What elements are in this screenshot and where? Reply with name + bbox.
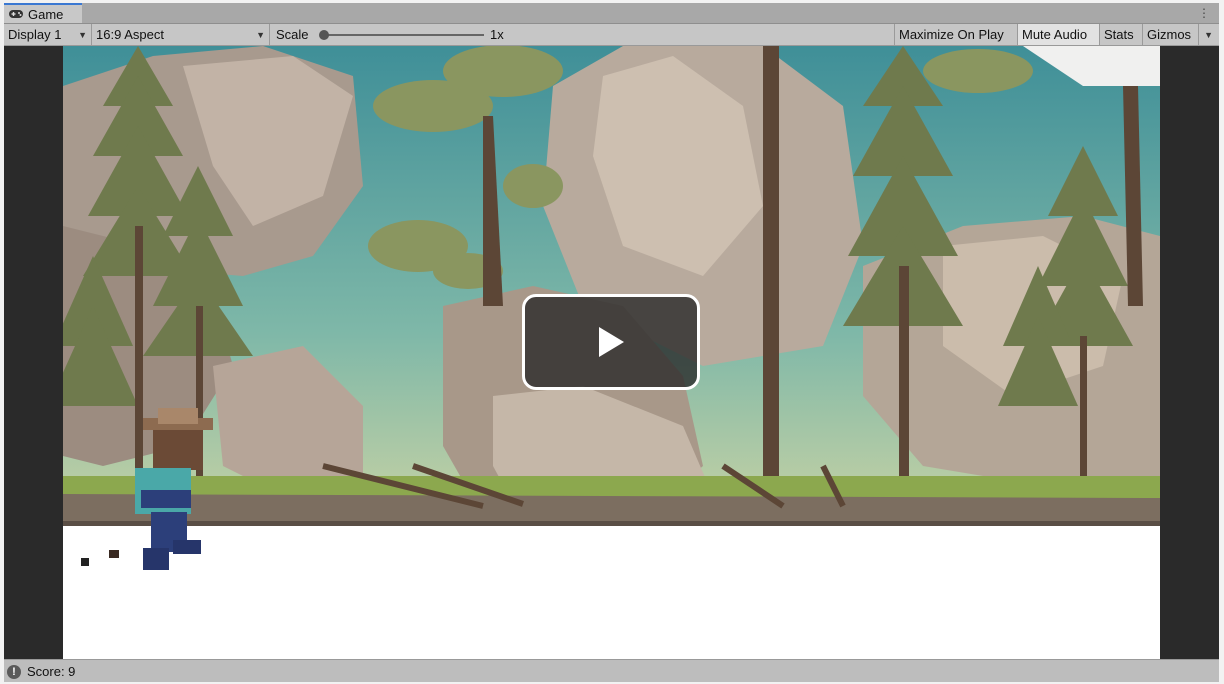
gizmos-dropdown[interactable]: ▼ [1199, 24, 1219, 45]
chevron-down-icon: ▼ [1204, 30, 1213, 40]
game-toolbar: Display 1 ▼ 16:9 Aspect ▼ Scale 1x Maxim… [4, 24, 1219, 46]
letterbox-left [4, 46, 63, 659]
score-text: Score: 9 [27, 664, 76, 679]
player-character [81, 408, 213, 570]
display-dropdown[interactable]: Display 1 ▼ [4, 24, 92, 45]
tab-game[interactable]: Game [4, 3, 82, 23]
aspect-dropdown[interactable]: 16:9 Aspect ▼ [92, 24, 270, 45]
gamepad-icon [9, 10, 23, 18]
letterbox-right [1160, 46, 1219, 659]
scale-label: Scale [270, 24, 310, 45]
aspect-label: 16:9 Aspect [96, 27, 164, 42]
kebab-menu-icon[interactable]: ⋮ [1198, 6, 1210, 20]
play-button[interactable] [522, 294, 700, 390]
mute-audio-toggle[interactable]: Mute Audio [1018, 24, 1100, 45]
scale-label-text: Scale [276, 27, 309, 42]
maximize-label: Maximize On Play [899, 27, 1004, 42]
gizmos-toggle[interactable]: Gizmos [1143, 24, 1199, 45]
play-icon [599, 327, 624, 357]
stats-label: Stats [1104, 27, 1134, 42]
scale-value: 1x [486, 24, 526, 45]
game-window: Game ⋮ Display 1 ▼ 16:9 Aspect ▼ Scale 1… [4, 3, 1219, 682]
mute-label: Mute Audio [1022, 27, 1088, 42]
game-viewport[interactable] [63, 46, 1160, 659]
scale-value-text: 1x [490, 27, 504, 42]
gizmos-label: Gizmos [1147, 27, 1192, 42]
scale-slider-track[interactable] [322, 34, 484, 36]
tab-label: Game [28, 6, 64, 22]
stats-toggle[interactable]: Stats [1100, 24, 1143, 45]
maximize-on-play-toggle[interactable]: Maximize On Play [894, 24, 1018, 45]
chevron-down-icon: ▼ [256, 30, 265, 40]
chevron-down-icon: ▼ [78, 30, 87, 40]
tab-strip: Game ⋮ [4, 3, 1219, 24]
info-icon: ! [7, 664, 21, 679]
scale-slider-thumb[interactable] [319, 30, 329, 40]
display-label: Display 1 [8, 27, 62, 42]
status-bar: ! Score: 9 [4, 659, 1219, 682]
